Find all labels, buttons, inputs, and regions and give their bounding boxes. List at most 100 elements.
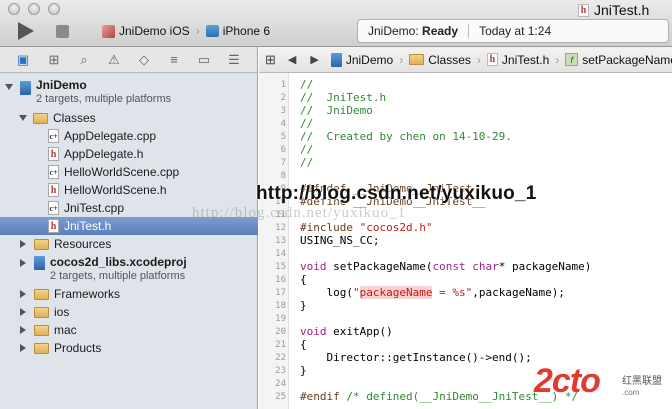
header-file-icon: h <box>578 3 589 17</box>
window-toolbar: h JniTest.h JniDemo iOS › iPhone 6 JniDe… <box>0 0 672 47</box>
folder-icon <box>34 238 49 250</box>
sidebar-item-frameworks[interactable]: Frameworks <box>0 285 258 303</box>
disclosure-open-icon[interactable] <box>19 115 27 121</box>
code-line: } <box>300 364 307 377</box>
chevron-right-icon: › <box>555 52 560 67</box>
line-number-gutter: 1 2 3 4 5 6 7 8 9 10 11 12 13 14 15 16 1… <box>259 73 289 409</box>
minimize-window-button[interactable] <box>28 3 40 15</box>
disclosure-closed-icon[interactable] <box>20 308 26 316</box>
zoom-window-button[interactable] <box>48 3 60 15</box>
watermark-logo-domain: .com <box>622 388 640 397</box>
folder-icon <box>33 112 48 124</box>
disclosure-open-icon[interactable] <box>5 84 13 90</box>
folder-icon <box>409 54 425 65</box>
folder-icon <box>34 288 49 300</box>
disclosure-closed-icon[interactable] <box>20 240 26 248</box>
navigator-selector-bar: ▣ ⊞ ⌕ ⚠ ◇ ≡ ▭ ☰ <box>0 47 258 73</box>
crumb-project[interactable]: JniDemo <box>330 52 393 67</box>
disclosure-closed-icon[interactable] <box>20 344 26 352</box>
project-navigator: JniDemo 2 targets, multiple platforms Cl… <box>0 73 258 409</box>
symbol-navigator-icon[interactable]: ⊞ <box>46 52 62 67</box>
folder-icon <box>34 342 49 354</box>
folder-icon <box>34 306 49 318</box>
status-time: Today at 1:24 <box>479 24 552 38</box>
crumb-file[interactable]: h JniTest.h <box>486 53 549 67</box>
chevron-right-icon: › <box>399 52 404 67</box>
project-icon <box>34 256 45 270</box>
folder-icon <box>34 324 49 336</box>
sidebar-item-helloworldscene-cpp[interactable]: c+ HelloWorldScene.cpp <box>0 163 258 181</box>
code-line: // JniTest.h <box>300 91 387 104</box>
disclosure-closed-icon[interactable] <box>20 326 26 334</box>
code-line: } <box>300 299 307 312</box>
sidebar-item-cocos2d-libs[interactable]: cocos2d_libs.xcodeproj 2 targets, multip… <box>0 255 258 285</box>
sidebar-item-helloworldscene-h[interactable]: h HelloWorldScene.h <box>0 181 258 199</box>
sidebar-item-classes[interactable]: Classes <box>0 109 258 127</box>
status-state: Ready <box>422 24 459 38</box>
cpp-file-icon: c+ <box>48 165 59 179</box>
code-line: // <box>300 143 314 156</box>
disclosure-closed-icon[interactable] <box>20 290 26 298</box>
sidebar-item-mac[interactable]: mac <box>0 321 258 339</box>
log-navigator-icon[interactable]: ☰ <box>226 52 242 67</box>
code-line: // <box>300 117 314 130</box>
chevron-right-icon: › <box>195 24 200 38</box>
code-line: { <box>300 273 307 286</box>
window-title: h JniTest.h <box>578 2 649 18</box>
sidebar-item-appdelegate-h[interactable]: h AppDelegate.h <box>0 145 258 163</box>
breakpoint-navigator-icon[interactable]: ▭ <box>196 52 212 67</box>
back-arrow-icon[interactable]: ◀ <box>288 53 296 66</box>
sidebar-item-appdelegate-cpp[interactable]: c+ AppDelegate.cpp <box>0 127 258 145</box>
sidebar-item-resources[interactable]: Resources <box>0 235 258 253</box>
header-file-icon: h <box>48 219 59 233</box>
watermark-logo-subtitle: 红黑联盟 <box>622 376 662 387</box>
project-icon <box>330 52 342 67</box>
code-line: { <box>300 338 307 351</box>
code-line: void exitApp() <box>300 325 393 338</box>
test-navigator-icon[interactable]: ◇ <box>136 52 152 67</box>
issue-navigator-icon[interactable]: ⚠ <box>106 52 122 67</box>
app-target-icon <box>102 24 115 38</box>
related-items-icon[interactable]: ⊞ <box>265 52 276 67</box>
code-line: log("packageName = %s",packageName); <box>300 286 565 299</box>
code-line: // Created by chen on 14-10-29. <box>300 130 512 143</box>
code-line: // JniDemo <box>300 104 373 117</box>
project-root-row[interactable]: JniDemo 2 targets, multiple platforms <box>0 78 258 108</box>
disclosure-closed-icon[interactable] <box>20 259 26 267</box>
header-file-icon: h <box>48 147 59 161</box>
crumb-symbol[interactable]: f setPackageName <box>565 53 672 67</box>
device-icon <box>205 25 219 37</box>
sidebar-item-products[interactable]: Products <box>0 339 258 357</box>
scheme-selector[interactable]: JniDemo iOS › iPhone 6 <box>102 24 270 38</box>
scheme-device-label[interactable]: iPhone 6 <box>223 24 270 38</box>
watermark-ghost: http://blog.csdn.net/yuxikuo_1 <box>192 205 407 221</box>
close-window-button[interactable] <box>8 3 20 15</box>
status-project: JniDemo: <box>368 24 419 38</box>
jump-bar: ⊞ ◀ ▶ JniDemo › Classes › h JniTest.h › … <box>259 47 672 73</box>
run-button[interactable] <box>18 22 34 40</box>
debug-navigator-icon[interactable]: ≡ <box>166 52 182 67</box>
watermark-logo: 2cto <box>534 362 601 400</box>
activity-status: JniDemo: Ready Today at 1:24 <box>357 19 669 43</box>
cpp-file-icon: c+ <box>48 201 59 215</box>
code-line: USING_NS_CC; <box>300 234 380 247</box>
crumb-group[interactable]: Classes <box>409 53 471 67</box>
window-title-label: JniTest.h <box>594 2 650 18</box>
highlighted-token: packageName <box>359 286 433 299</box>
code-line: // <box>300 156 314 169</box>
header-file-icon: h <box>48 183 59 197</box>
header-file-icon: h <box>486 53 498 66</box>
stop-button[interactable] <box>56 25 69 38</box>
scheme-project-label[interactable]: JniDemo iOS <box>119 24 190 38</box>
watermark-url: http://blog.csdn.net/yuxikuo_1 <box>256 183 537 204</box>
project-name: JniDemo <box>36 78 87 92</box>
source-editor[interactable]: 1 2 3 4 5 6 7 8 9 10 11 12 13 14 15 16 1… <box>259 73 672 409</box>
project-navigator-icon[interactable]: ▣ <box>15 52 31 67</box>
sidebar-item-ios[interactable]: ios <box>0 303 258 321</box>
cpp-file-icon: c+ <box>48 129 59 143</box>
code-line: // <box>300 78 314 91</box>
search-navigator-icon[interactable]: ⌕ <box>76 52 92 67</box>
project-subtitle: 2 targets, multiple platforms <box>36 93 172 105</box>
chevron-right-icon: › <box>476 52 481 67</box>
forward-arrow-icon[interactable]: ▶ <box>310 53 318 66</box>
